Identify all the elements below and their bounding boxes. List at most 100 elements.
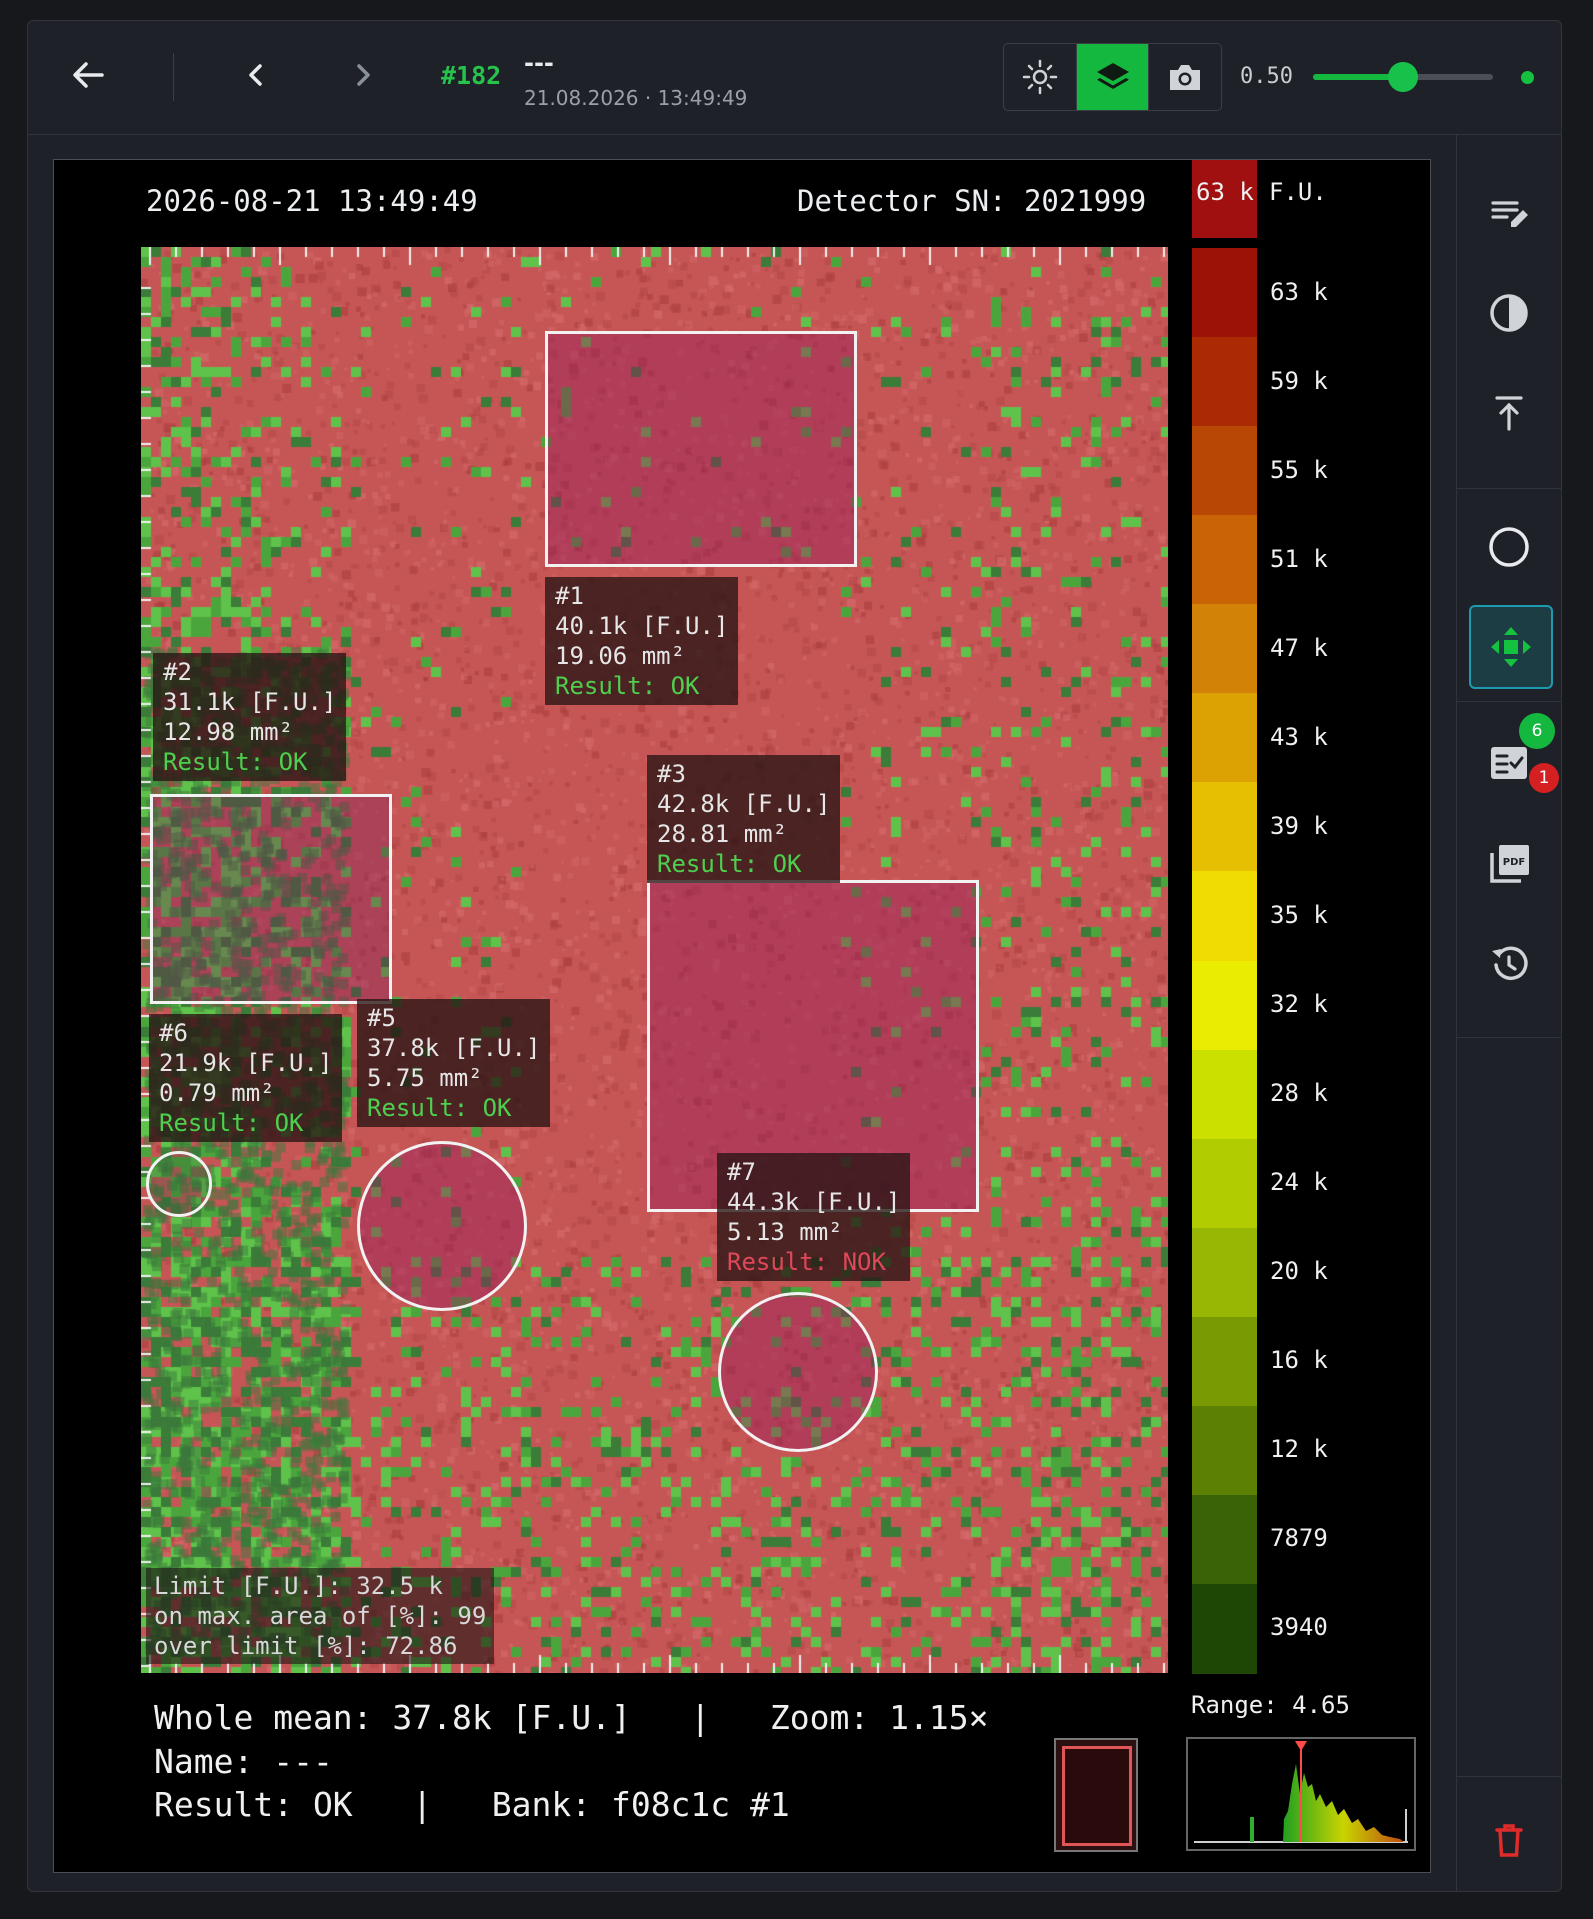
roi-label: #1 40.1k [F.U.] 19.06 mm² Result: OK [545,577,739,705]
view-mode-toggle [1003,43,1222,111]
roi-5-circle[interactable] [357,1141,527,1311]
contrast-icon [1490,294,1528,332]
sidebar-divider [1457,701,1561,702]
checklist-ok-badge: 6 [1519,713,1555,749]
color-scale-segment [1192,248,1257,339]
align-top-icon [1495,396,1523,431]
color-scale-label: 55 k [1270,455,1328,484]
color-scale-label: 7879 [1270,1524,1328,1553]
brightness-mode-button[interactable] [1004,44,1077,110]
brightness-icon [1022,59,1058,95]
history-button[interactable] [1469,923,1549,1003]
color-scale-label: 12 k [1270,1435,1328,1464]
heatmap-image[interactable]: #1 40.1k [F.U.] 19.06 mm² Result: OK #2 … [141,247,1168,1673]
checklist-nok-badge: 1 [1529,763,1559,793]
pdf-icon: PDF [1490,845,1529,883]
roi-7-circle[interactable] [718,1292,878,1452]
color-scale-label: 24 k [1270,1168,1328,1197]
roi-label: #5 37.8k [F.U.] 5.75 mm² Result: OK [357,999,551,1127]
checklist-button[interactable]: 6 1 [1469,713,1559,803]
checklist-icon [1491,747,1527,779]
edit-notes-button[interactable] [1469,173,1549,253]
opacity-slider[interactable] [1313,62,1493,92]
roi-label: #7 44.3k [F.U.] 5.13 mm² Result: NOK [717,1153,911,1281]
color-scale-segment [1192,1316,1257,1407]
circle-icon [1489,527,1529,567]
image-timestamp: 2026-08-21 13:49:49 [146,184,478,218]
color-scale-segment [1192,1138,1257,1229]
record-datetime: 21.08.2026 · 13:49:49 [524,86,748,110]
color-scale-segment [1192,1583,1257,1674]
color-scale-label: 59 k [1270,366,1328,395]
color-scale-label: 3940 [1270,1613,1328,1642]
histogram-chart [1194,1741,1408,1843]
circle-roi-button[interactable] [1469,507,1549,587]
result-bank-line: Result: OK | Bank: f08c1c #1 [154,1785,790,1824]
color-scale [1192,248,1257,1674]
move-icon [1491,627,1531,667]
connection-status-dot [1521,71,1534,84]
scale-max-label: 63 k [1196,178,1254,206]
edit-notes-icon [1491,201,1528,227]
histogram[interactable] [1186,1737,1416,1851]
opacity-slider-handle[interactable] [1388,62,1418,92]
color-scale-segment [1192,1227,1257,1318]
overlay-mode-button[interactable] [1076,44,1150,110]
color-scale-label: 43 k [1270,722,1328,751]
record-id: #182 [441,61,502,90]
toolbar: #182 --- 21.08.2026 · 13:49:49 0.50 [28,21,1561,135]
trash-icon [1495,1824,1523,1857]
image-viewer[interactable]: 2026-08-21 13:49:49 Detector SN: 2021999… [53,159,1431,1873]
range-marker-icon [1295,1741,1307,1751]
chevron-right-icon [357,64,370,86]
roi-6-circle[interactable] [146,1151,212,1217]
roi-label: #2 31.1k [F.U.] 12.98 mm² Result: OK [153,653,347,781]
color-scale-label: 32 k [1270,990,1328,1019]
color-scale-label: 16 k [1270,1346,1328,1375]
color-scale-label: 20 k [1270,1257,1328,1286]
color-scale-segment [1192,960,1257,1051]
history-icon [1492,946,1528,981]
roi-label: #3 42.8k [F.U.] 28.81 mm² Result: OK [647,755,841,883]
color-scale-segment [1192,1049,1257,1140]
app-window: #182 --- 21.08.2026 · 13:49:49 0.50 2026… [27,20,1562,1892]
minimap-viewport[interactable] [1062,1746,1132,1846]
snapshot-button[interactable] [1149,44,1221,110]
pdf-export-button[interactable]: PDF [1469,823,1549,903]
color-scale-segment [1192,1405,1257,1496]
minimap-thumbnail[interactable] [1054,1738,1138,1852]
arrow-left-icon [73,62,104,88]
opacity-value: 0.50 [1240,64,1293,89]
roi-2-rect[interactable] [150,794,392,1004]
back-button[interactable] [58,45,118,105]
previous-record-button[interactable] [226,45,286,105]
roi-1-rect[interactable] [545,331,857,567]
scale-unit: F.U. [1269,178,1327,206]
whole-mean-zoom: Whole mean: 37.8k [F.U.] | Zoom: 1.15× [154,1698,989,1737]
sidebar-divider [1457,1037,1561,1038]
color-scale-label: 39 k [1270,811,1328,840]
toolbar-divider [173,53,174,101]
color-scale-segment [1192,1494,1257,1585]
delete-button[interactable] [1469,1800,1549,1880]
sidebar-divider [1457,488,1561,489]
range-label: Range: 4.65 [1191,1691,1350,1719]
color-scale-segment [1192,871,1257,962]
contrast-button[interactable] [1469,273,1549,353]
sidebar-divider [1457,1776,1561,1777]
limit-info: Limit [F.U.]: 32.5 k on max. area of [%]… [146,1568,495,1664]
move-tool-button[interactable] [1469,605,1553,689]
align-top-button[interactable] [1469,373,1549,453]
color-scale-segment [1192,337,1257,428]
record-name: --- [524,49,554,77]
svg-text:PDF: PDF [1503,857,1525,868]
color-scale-segment [1192,693,1257,784]
roi-label: #6 21.9k [F.U.] 0.79 mm² Result: OK [149,1014,343,1142]
tools-sidebar: 6 1 PDF [1456,135,1561,1891]
color-scale-label: 63 k [1270,277,1328,306]
color-scale-segment [1192,515,1257,606]
next-record-button[interactable] [333,45,393,105]
color-scale-label: 28 k [1270,1079,1328,1108]
color-scale-label: 51 k [1270,544,1328,573]
record-name-line: Name: --- [154,1742,333,1781]
